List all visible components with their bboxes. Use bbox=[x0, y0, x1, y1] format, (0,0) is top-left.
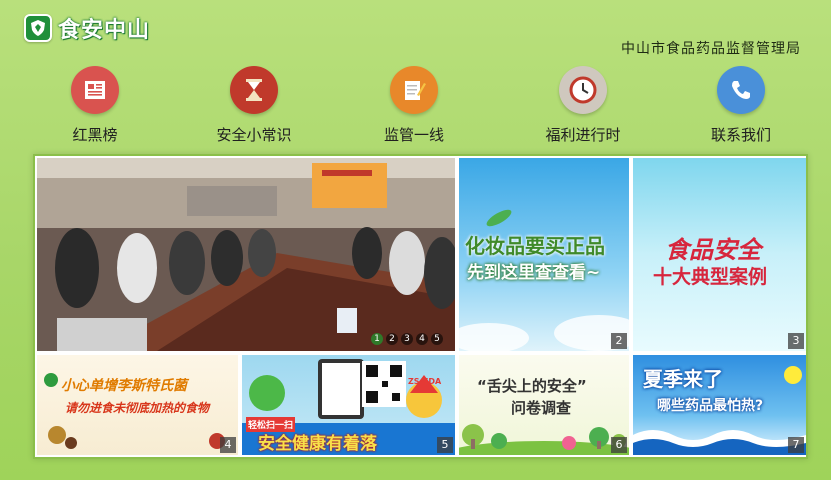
nav-item-welfare[interactable]: 福利进行时 bbox=[523, 66, 643, 145]
shield-logo-icon bbox=[24, 14, 52, 42]
clock-icon bbox=[559, 66, 607, 114]
carousel-pagination: 1 2 3 4 5 bbox=[371, 333, 443, 345]
app-logo: 食安中山 bbox=[24, 12, 150, 44]
mascot-label: ZS-FDA bbox=[408, 377, 442, 386]
tile-questionnaire[interactable]: “舌尖上的安全” 问卷调查 6 bbox=[459, 355, 629, 455]
phone-icon bbox=[717, 66, 765, 114]
carousel-slide[interactable]: 1 2 3 4 5 bbox=[37, 158, 455, 351]
tile-number-badge: 6 bbox=[611, 437, 627, 453]
content-grid: 1 2 3 4 5 化妆品要买正品 先到这里查查看~ 2 食品安全 十大典型案例… bbox=[33, 154, 808, 459]
tile-subtitle: 先到这里查查看~ bbox=[467, 263, 601, 283]
nav-item-safety-tips[interactable]: 安全小常识 bbox=[194, 66, 314, 145]
nav-label: 福利进行时 bbox=[545, 126, 621, 144]
nav-label: 安全小常识 bbox=[216, 126, 292, 144]
meeting-photo bbox=[37, 158, 455, 351]
tile-subtitle: 哪些药品最怕热? bbox=[657, 398, 764, 414]
nav-item-supervision-frontline[interactable]: 监管一线 bbox=[354, 66, 474, 145]
tile-title: 化妆品要买正品 bbox=[465, 234, 605, 258]
notepad-pencil-icon bbox=[390, 66, 438, 114]
tile-number-badge: 2 bbox=[611, 333, 627, 349]
tile-cosmetics[interactable]: 化妆品要买正品 先到这里查查看~ 2 bbox=[459, 158, 629, 351]
tile-number-badge: 4 bbox=[220, 437, 236, 453]
tile-subtitle: 问卷调查 bbox=[511, 399, 572, 417]
tile-title: 食品安全 bbox=[665, 236, 761, 264]
tile-subtitle: 请勿进食未彻底加热的食物 bbox=[65, 401, 210, 415]
carousel-dot[interactable]: 3 bbox=[401, 333, 413, 345]
tile-number-badge: 3 bbox=[788, 333, 804, 349]
main-nav: 红黑榜 安全小常识 监管一线 福利进行时 联系我们 bbox=[0, 66, 831, 146]
tile-title: 夏季来了 bbox=[643, 367, 723, 391]
tile-number-badge: 7 bbox=[788, 437, 804, 453]
tile-summer-medicine[interactable]: 夏季来了 哪些药品最怕热? 7 bbox=[633, 355, 806, 455]
tile-listeria-warning[interactable]: 小心单增李斯特氏菌 请勿进食未彻底加热的食物 4 bbox=[37, 355, 238, 455]
tile-title: “舌尖上的安全” bbox=[477, 377, 587, 395]
carousel-dot[interactable]: 5 bbox=[431, 333, 443, 345]
nav-label: 联系我们 bbox=[710, 126, 771, 144]
agency-name: 中山市食品药品监督管理局 bbox=[621, 41, 801, 57]
tile-subtitle: 十大典型案例 bbox=[653, 266, 768, 288]
carousel-dot[interactable]: 2 bbox=[386, 333, 398, 345]
tile-title: 安全健康有着落 bbox=[258, 434, 377, 454]
tile-title: 小心单增李斯特氏菌 bbox=[61, 378, 187, 394]
nav-label: 红黑榜 bbox=[72, 126, 118, 144]
hourglass-icon bbox=[230, 66, 278, 114]
nav-item-contact-us[interactable]: 联系我们 bbox=[681, 66, 801, 145]
nav-label: 监管一线 bbox=[383, 126, 444, 144]
logo-text: 食安中山 bbox=[58, 18, 151, 43]
newspaper-icon bbox=[71, 66, 119, 114]
tile-qr-scan[interactable]: ZS-FDA 轻松扫一扫 安全健康有着落 5 bbox=[242, 355, 455, 455]
carousel-dot[interactable]: 4 bbox=[416, 333, 428, 345]
tile-number-badge: 5 bbox=[437, 437, 453, 453]
tile-food-safety-cases[interactable]: 食品安全 十大典型案例 3 bbox=[633, 158, 806, 351]
carousel-dot[interactable]: 1 bbox=[371, 333, 383, 345]
nav-item-red-black-list[interactable]: 红黑榜 bbox=[35, 66, 155, 145]
